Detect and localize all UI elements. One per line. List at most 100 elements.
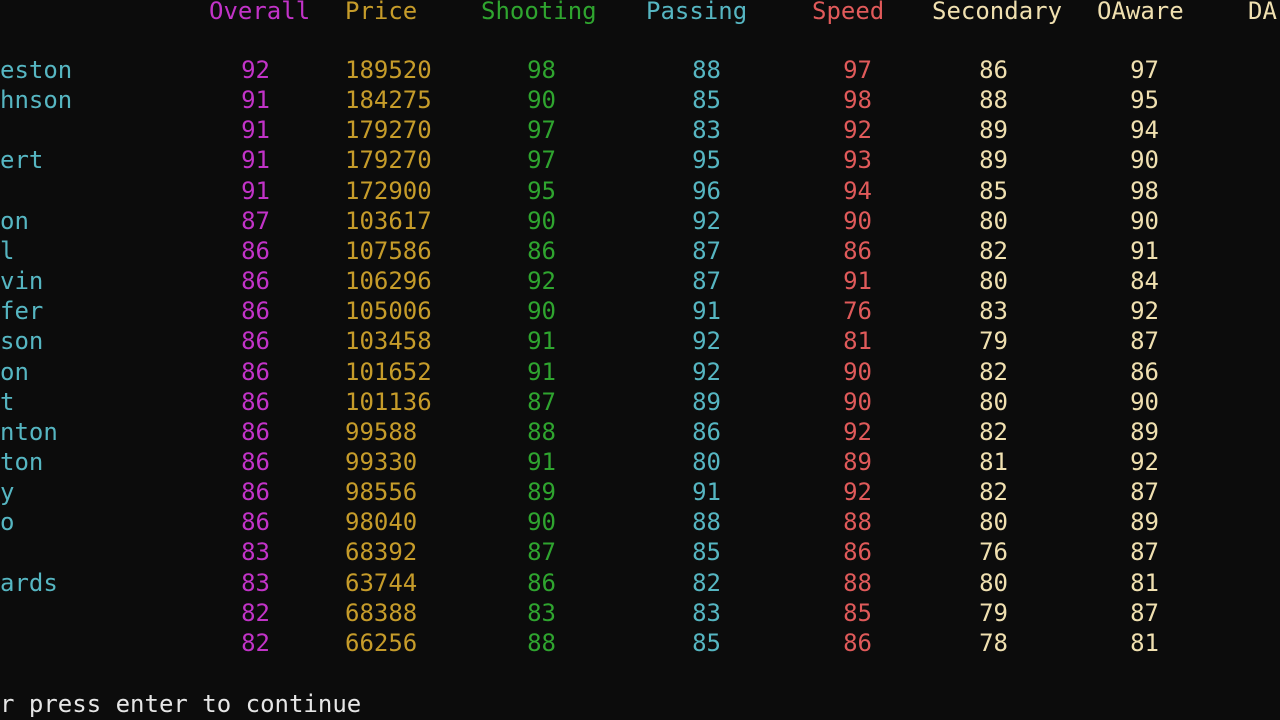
player-name: eston xyxy=(0,56,73,84)
oaware-value: 87 xyxy=(1130,327,1159,356)
secondary-value: 82 xyxy=(979,357,1008,386)
oaware-value: 92 xyxy=(1130,297,1159,326)
oaware-value: 90 xyxy=(1130,206,1159,235)
price-value: 107586 xyxy=(345,236,432,265)
secondary-value: 80 xyxy=(979,206,1008,235)
overall-value: 86 xyxy=(241,478,270,507)
price-value: 68388 xyxy=(345,598,418,627)
oaware-value: 81 xyxy=(1130,568,1159,597)
speed-value: 90 xyxy=(843,357,872,386)
oaware-value: 94 xyxy=(1130,116,1159,145)
overall-value: 86 xyxy=(241,417,270,446)
shooting-value: 95 xyxy=(527,176,556,205)
price-value: 101136 xyxy=(345,387,432,416)
price-value: 189520 xyxy=(345,56,432,84)
continue-prompt: r press enter to continue xyxy=(0,690,362,718)
price-value: 106296 xyxy=(345,267,432,296)
overall-value: 82 xyxy=(241,598,270,627)
speed-value: 89 xyxy=(843,447,872,476)
speed-value: 88 xyxy=(843,508,872,537)
speed-value: 90 xyxy=(843,206,872,235)
shooting-value: 91 xyxy=(527,357,556,386)
price-value: 68392 xyxy=(345,538,418,567)
shooting-value: 88 xyxy=(527,628,556,657)
player-name: o xyxy=(0,508,15,537)
oaware-value: 89 xyxy=(1130,417,1159,446)
speed-value: 86 xyxy=(843,628,872,657)
overall-value: 86 xyxy=(241,387,270,416)
overall-value: 86 xyxy=(241,357,270,386)
price-value: 66256 xyxy=(345,628,418,657)
shooting-value: 86 xyxy=(527,568,556,597)
oaware-value: 97 xyxy=(1130,56,1159,84)
speed-value: 91 xyxy=(843,267,872,296)
overall-value: 86 xyxy=(241,447,270,476)
secondary-value: 89 xyxy=(979,116,1008,145)
player-name: fer xyxy=(0,297,44,326)
price-value: 63744 xyxy=(345,568,418,597)
oaware-value: 87 xyxy=(1130,478,1159,507)
overall-value: 86 xyxy=(241,508,270,537)
overall-value: 92 xyxy=(241,56,270,84)
oaware-value: 98 xyxy=(1130,176,1159,205)
price-value: 99330 xyxy=(345,447,418,476)
overall-value: 87 xyxy=(241,206,270,235)
speed-value: 98 xyxy=(843,86,872,115)
passing-value: 85 xyxy=(692,538,721,567)
speed-value: 93 xyxy=(843,146,872,175)
oaware-value: 95 xyxy=(1130,86,1159,115)
shooting-value: 83 xyxy=(527,598,556,627)
price-value: 179270 xyxy=(345,116,432,145)
player-name: y xyxy=(0,478,15,507)
secondary-value: 82 xyxy=(979,417,1008,446)
passing-value: 92 xyxy=(692,327,721,356)
speed-value: 81 xyxy=(843,327,872,356)
player-name: on xyxy=(0,206,29,235)
player-name: ards xyxy=(0,568,58,597)
oaware-value: 87 xyxy=(1130,538,1159,567)
overall-value: 86 xyxy=(241,327,270,356)
speed-value: 76 xyxy=(843,297,872,326)
speed-value: 86 xyxy=(843,236,872,265)
passing-value: 86 xyxy=(692,417,721,446)
passing-value: 88 xyxy=(692,56,721,84)
player-name: ton xyxy=(0,447,44,476)
header-passing: Passing xyxy=(646,0,748,25)
passing-value: 89 xyxy=(692,387,721,416)
oaware-value: 90 xyxy=(1130,146,1159,175)
player-name: vin xyxy=(0,267,44,296)
oaware-value: 87 xyxy=(1130,598,1159,627)
player-name: nton xyxy=(0,417,58,446)
player-name: l xyxy=(0,236,15,265)
secondary-value: 82 xyxy=(979,236,1008,265)
shooting-value: 90 xyxy=(527,206,556,235)
passing-value: 80 xyxy=(692,447,721,476)
overall-value: 83 xyxy=(241,568,270,597)
terminal-window: Overall Price Shooting Passing Speed Sec… xyxy=(0,0,1280,720)
price-value: 98556 xyxy=(345,478,418,507)
player-name: ert xyxy=(0,146,44,175)
oaware-value: 89 xyxy=(1130,508,1159,537)
price-value: 99588 xyxy=(345,417,418,446)
price-value: 98040 xyxy=(345,508,418,537)
secondary-value: 79 xyxy=(979,598,1008,627)
speed-value: 92 xyxy=(843,116,872,145)
secondary-value: 82 xyxy=(979,478,1008,507)
secondary-value: 86 xyxy=(979,56,1008,84)
passing-value: 85 xyxy=(692,628,721,657)
secondary-value: 81 xyxy=(979,447,1008,476)
oaware-value: 91 xyxy=(1130,236,1159,265)
passing-value: 96 xyxy=(692,176,721,205)
player-name: on xyxy=(0,357,29,386)
speed-value: 90 xyxy=(843,387,872,416)
speed-value: 86 xyxy=(843,538,872,567)
passing-value: 88 xyxy=(692,508,721,537)
secondary-value: 78 xyxy=(979,628,1008,657)
overall-value: 86 xyxy=(241,297,270,326)
speed-value: 94 xyxy=(843,176,872,205)
shooting-value: 90 xyxy=(527,508,556,537)
secondary-value: 80 xyxy=(979,267,1008,296)
overall-value: 91 xyxy=(241,176,270,205)
header-secondary: Secondary xyxy=(932,0,1063,25)
secondary-value: 79 xyxy=(979,327,1008,356)
